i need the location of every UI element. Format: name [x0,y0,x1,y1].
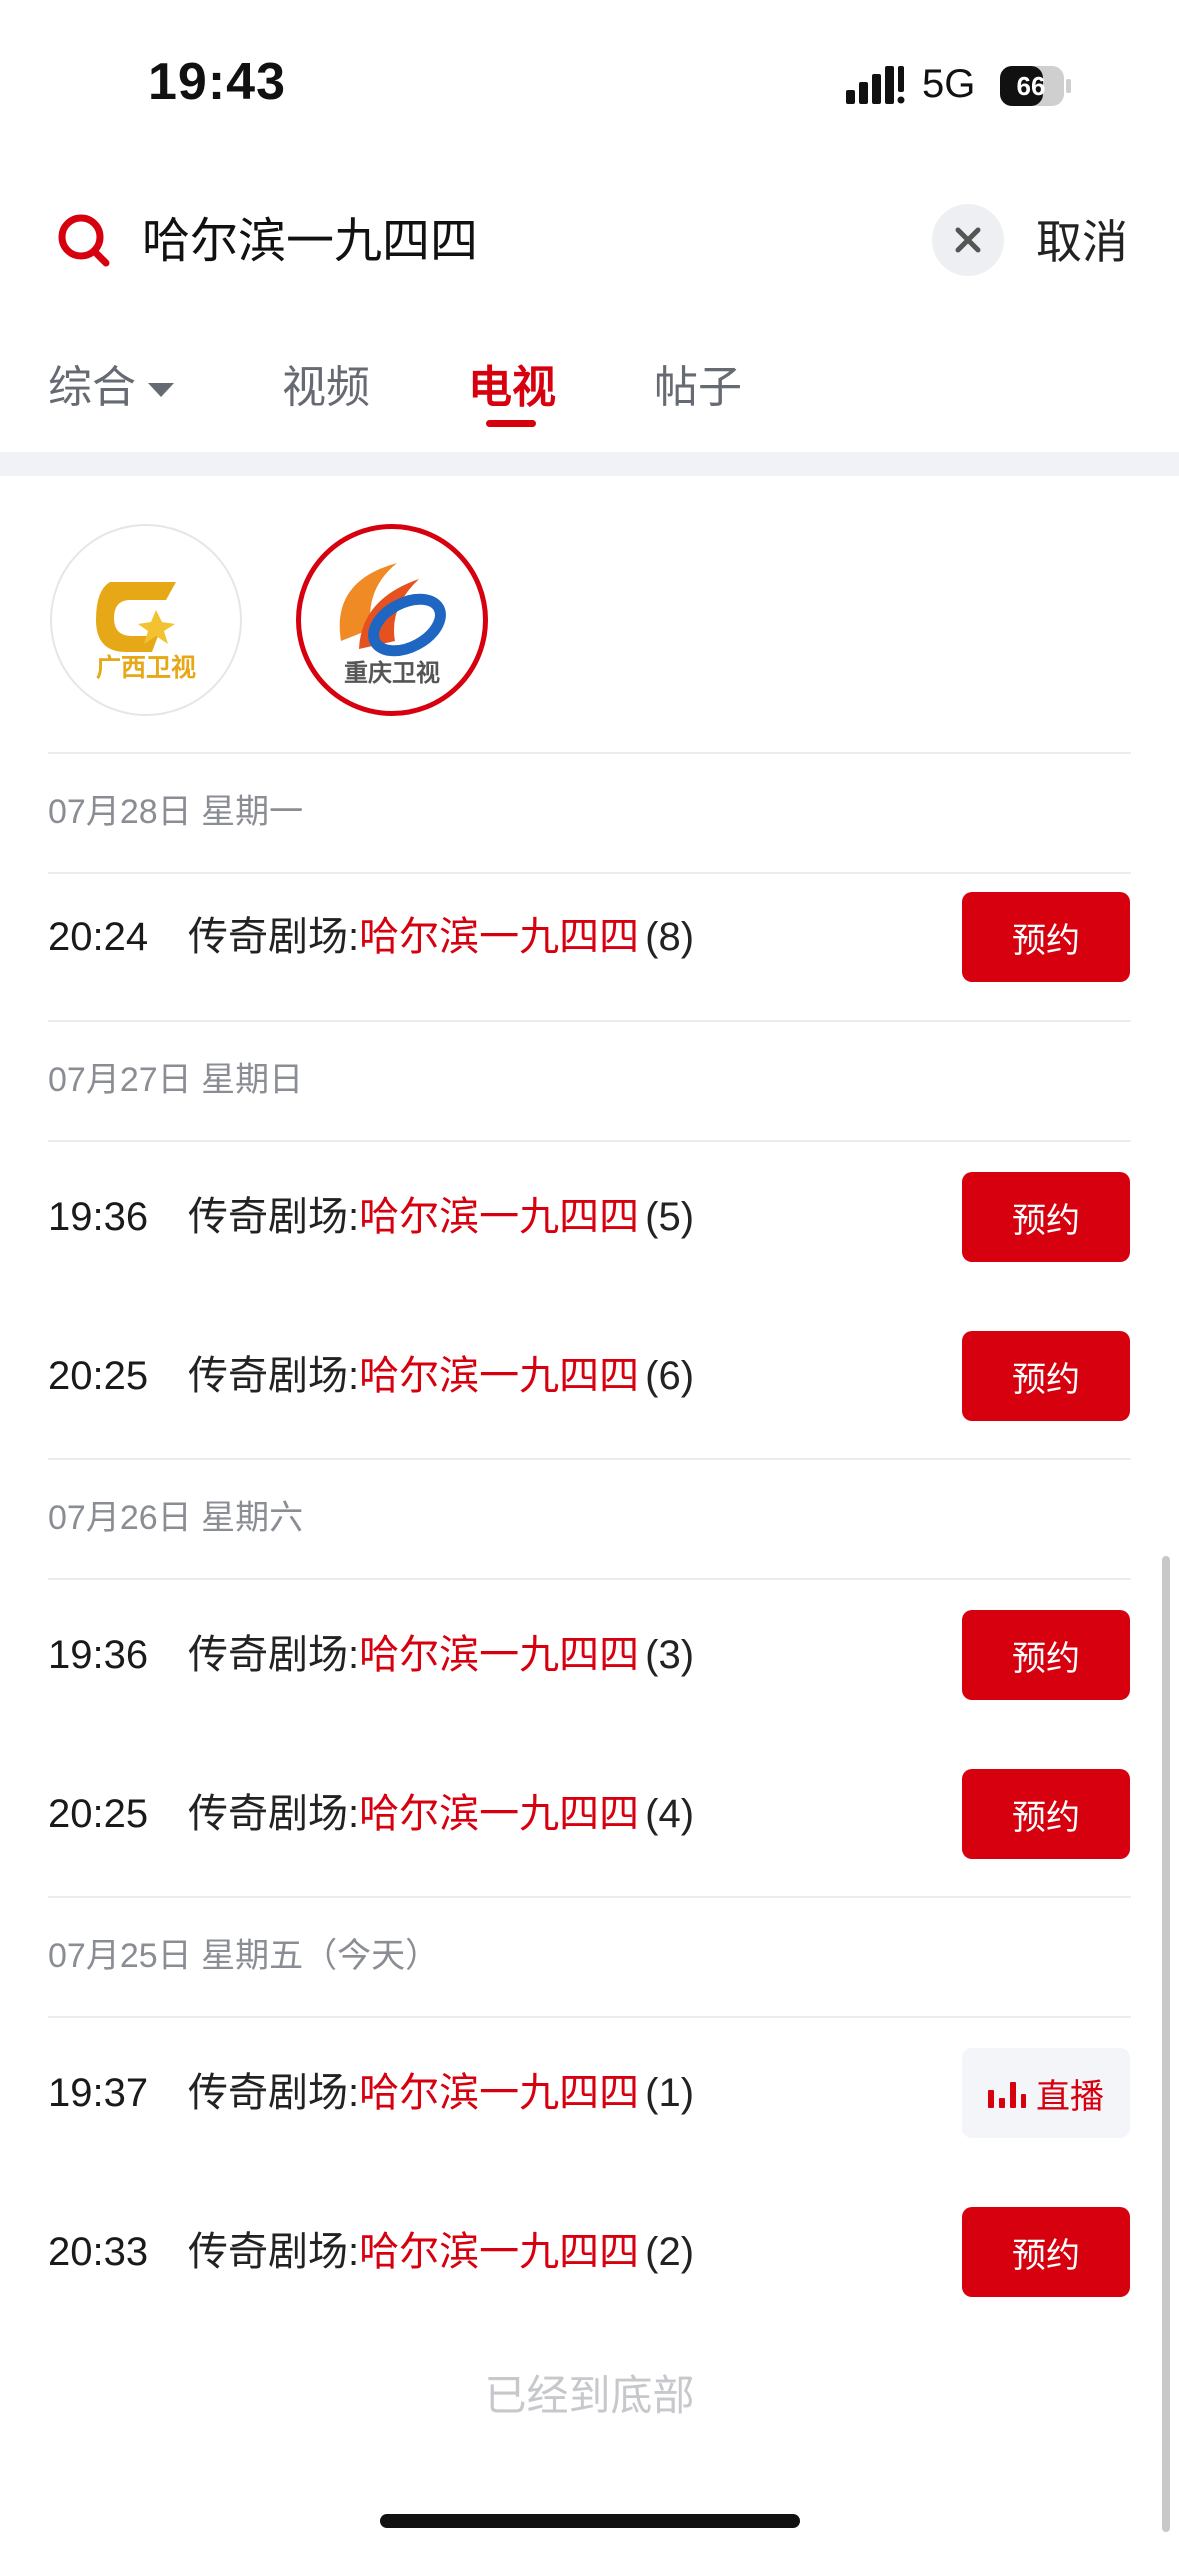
reserve-button[interactable]: 预约 [962,1331,1130,1421]
battery-level: 66 [1017,71,1046,101]
cancel-button[interactable]: 取消 [1036,210,1128,274]
program-prefix: 传奇剧场: [188,1195,360,1239]
tab-tv[interactable]: 电视 [468,358,556,418]
episode-number: (3) [645,1633,695,1677]
active-tab-indicator [486,420,536,427]
live-label: 直播 [1036,2077,1104,2116]
scrollbar[interactable] [1162,1556,1170,2532]
clear-search-button[interactable] [932,204,1004,276]
program-time: 19:36 [48,1633,149,1677]
reserve-button[interactable]: 预约 [962,892,1130,982]
program-row: 19:36 传奇剧场:哈尔滨一九四四 (5) 预约 [0,1162,1179,1272]
program-time: 20:33 [48,2230,149,2274]
program-row: 20:25 传奇剧场:哈尔滨一九四四 (6) 预约 [0,1321,1179,1431]
divider [48,2016,1131,2018]
program-title: 传奇剧场:哈尔滨一九四四 (8) [188,902,694,972]
program-row: 19:37 传奇剧场:哈尔滨一九四四 (1) 直播 [0,2038,1179,2148]
program-name: 哈尔滨一九四四 [359,2230,640,2274]
status-bar: 19:43 5G 66 [0,0,1179,170]
episode-number: (1) [645,2071,695,2115]
tab-comprehensive[interactable]: 综合 [48,358,174,418]
close-icon [955,227,981,253]
program-time: 19:37 [48,2071,149,2115]
program-name: 哈尔滨一九四四 [359,1633,640,1677]
section-separator [0,452,1179,476]
reserve-button[interactable]: 预约 [962,1610,1130,1700]
divider [48,872,1131,874]
program-name: 哈尔滨一九四四 [359,2071,640,2115]
end-of-list-text: 已经到底部 [484,2372,695,2419]
program-row: 20:33 传奇剧场:哈尔滨一九四四 (2) 预约 [0,2197,1179,2307]
live-bars-icon [988,2082,1026,2108]
date-header: 07月27日 星期日 [48,1061,304,1099]
reserve-button[interactable]: 预约 [962,1172,1130,1262]
program-name: 哈尔滨一九四四 [359,1792,640,1836]
home-indicator[interactable] [380,2514,800,2528]
search-icon [58,214,110,267]
live-button[interactable]: 直播 [962,2048,1130,2138]
episode-number: (4) [645,1792,695,1836]
episode-number: (5) [645,1195,695,1239]
tab-video[interactable]: 视频 [282,358,370,418]
program-row: 19:36 传奇剧场:哈尔滨一九四四 (3) 预约 [0,1600,1179,1710]
caret-down-icon [148,383,174,398]
program-prefix: 传奇剧场: [188,915,360,959]
divider [48,1896,1131,1898]
program-prefix: 传奇剧场: [188,1633,360,1677]
program-time: 20:25 [48,1792,149,1836]
program-row: 20:24 传奇剧场:哈尔滨一九四四 (8) 预约 [0,882,1179,992]
episode-number: (6) [645,1354,695,1398]
battery-icon: 66 [1000,66,1071,106]
cellular-signal-icon [846,66,905,104]
program-time: 20:24 [48,915,149,959]
program-title: 传奇剧场:哈尔滨一九四四 (1) [188,2058,694,2128]
network-type: 5G [922,62,976,106]
program-prefix: 传奇剧场: [188,2230,360,2274]
divider [48,1020,1131,1022]
date-header: 07月28日 星期一 [48,793,304,831]
result-tabs: 综合 视频 电视 帖子 [0,340,1179,450]
reserve-button[interactable]: 预约 [962,2207,1130,2297]
episode-number: (2) [645,2230,695,2274]
program-time: 19:36 [48,1195,149,1239]
divider [48,1578,1131,1580]
guangxi-tv-logo: 广西卫视 [96,582,196,682]
program-title: 传奇剧场:哈尔滨一九四四 (6) [188,1341,694,1411]
program-name: 哈尔滨一九四四 [359,1195,640,1239]
program-title: 传奇剧场:哈尔滨一九四四 (2) [188,2217,694,2287]
date-header: 07月25日 星期五（今天） [48,1937,440,1975]
divider [48,1458,1131,1460]
program-name: 哈尔滨一九四四 [359,915,640,959]
date-header: 07月26日 星期六 [48,1499,304,1537]
program-row: 20:25 传奇剧场:哈尔滨一九四四 (4) 预约 [0,1759,1179,1869]
channel-guangxi-tv[interactable]: 广西卫视 [50,524,242,716]
program-prefix: 传奇剧场: [188,2071,360,2115]
program-prefix: 传奇剧场: [188,1792,360,1836]
chongqing-tv-label: 重庆卫视 [344,660,440,687]
divider [48,1140,1131,1142]
reserve-button[interactable]: 预约 [962,1769,1130,1859]
program-title: 传奇剧场:哈尔滨一九四四 (4) [188,1779,694,1849]
guangxi-tv-label: 广西卫视 [96,653,196,682]
tab-posts[interactable]: 帖子 [654,358,742,418]
divider [48,752,1131,754]
program-name: 哈尔滨一九四四 [359,1354,640,1398]
episode-number: (8) [645,915,695,959]
program-title: 传奇剧场:哈尔滨一九四四 (3) [188,1620,694,1690]
program-title: 传奇剧场:哈尔滨一九四四 (5) [188,1182,694,1252]
search-input[interactable]: 哈尔滨一九四四 [142,210,478,274]
program-time: 20:25 [48,1354,149,1398]
search-bar: 哈尔滨一九四四 取消 [0,190,1179,300]
chongqing-tv-logo: 重庆卫视 [339,563,446,687]
status-time: 19:43 [148,53,286,111]
channel-chongqing-tv[interactable]: 重庆卫视 [296,524,488,716]
program-prefix: 传奇剧场: [188,1354,360,1398]
